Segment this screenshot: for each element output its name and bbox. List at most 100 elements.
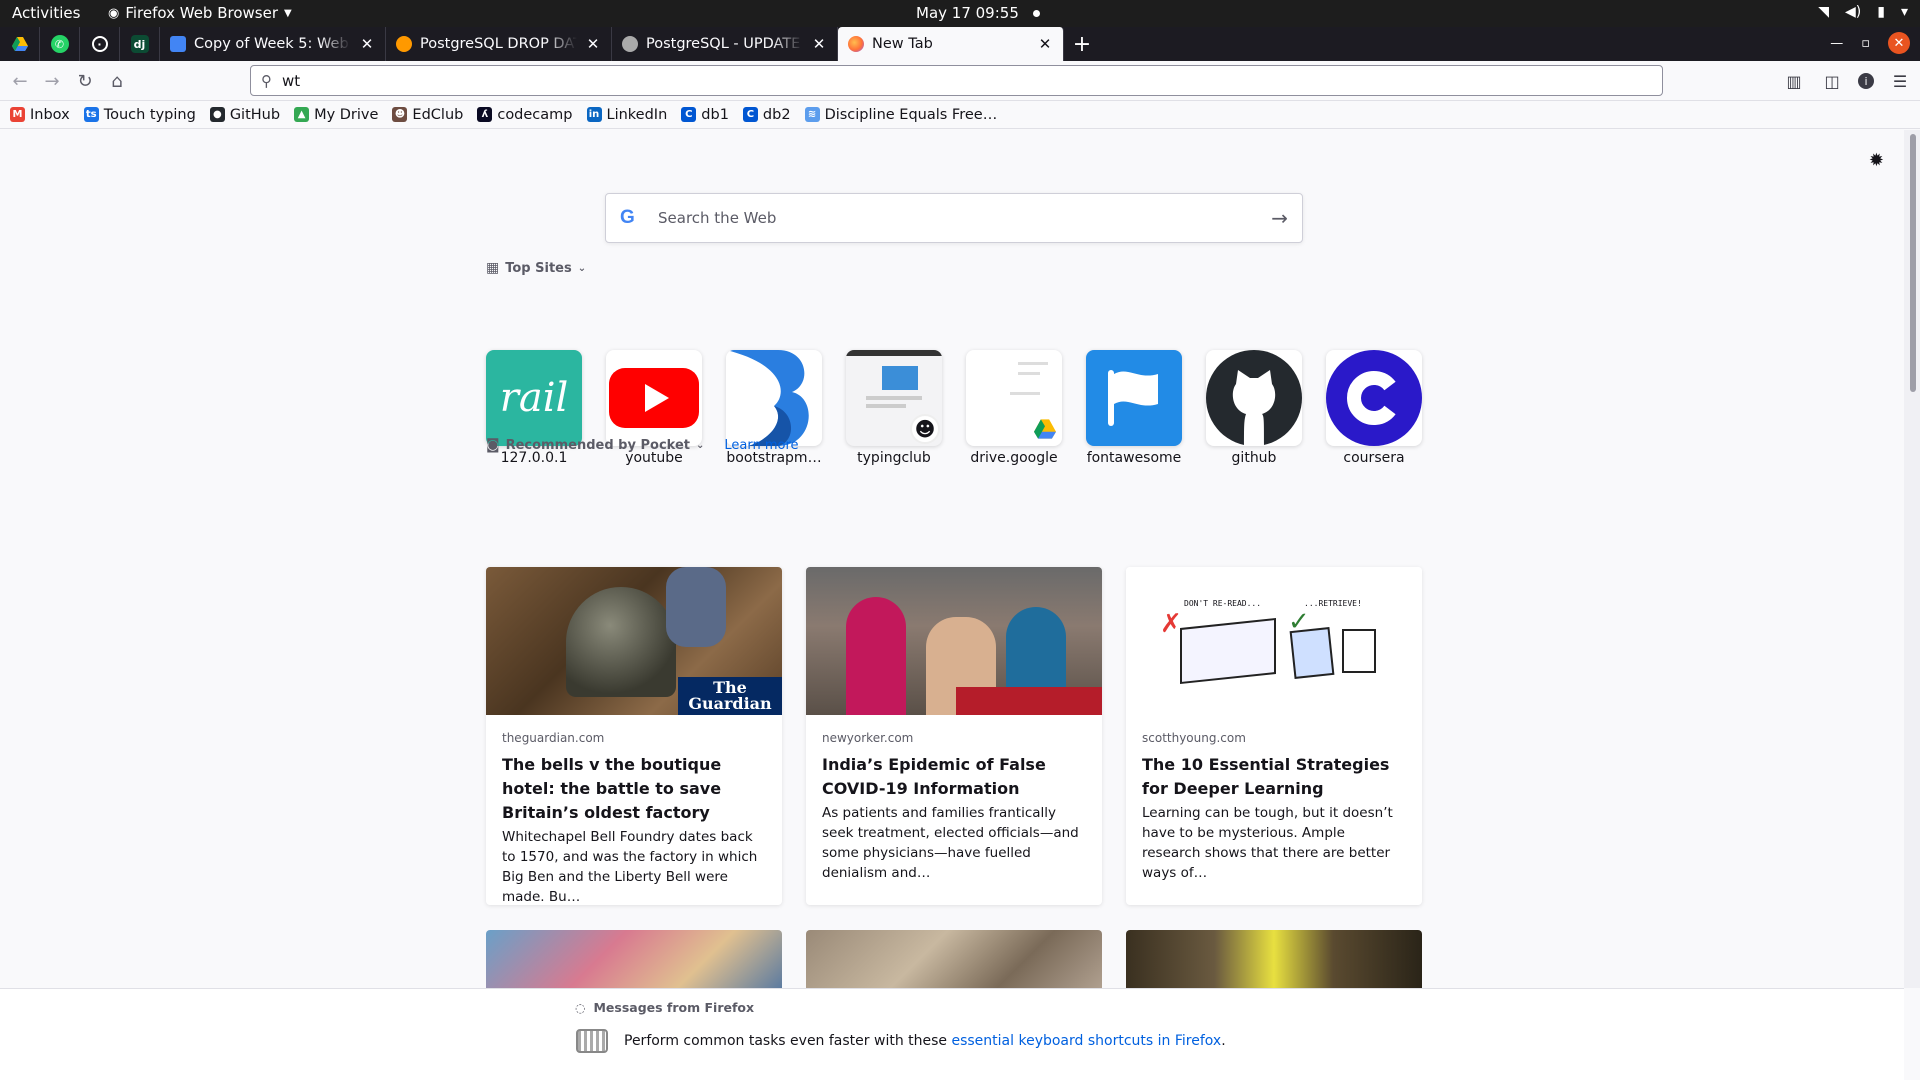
search-input[interactable] bbox=[658, 209, 1272, 227]
info-icon[interactable]: i bbox=[1858, 73, 1874, 89]
article-title: India’s Epidemic of False COVID-19 Infor… bbox=[822, 755, 1046, 798]
postgres-icon bbox=[622, 36, 638, 52]
close-icon[interactable]: ✕ bbox=[811, 35, 827, 53]
bookmark-item[interactable]: ≋ Discipline Equals Free… bbox=[804, 106, 998, 123]
top-sites-heading[interactable]: ▦ Top Sites ⌄ bbox=[486, 260, 586, 276]
bookmark-item[interactable]: ☻ EdClub bbox=[392, 107, 463, 123]
globe-icon: · bbox=[91, 36, 108, 52]
library-icon[interactable]: ▥ bbox=[1782, 69, 1806, 93]
bookmark-item[interactable]: Cdb2 bbox=[742, 107, 791, 123]
pinned-tab-django[interactable]: dj bbox=[120, 27, 160, 61]
plus-icon: + bbox=[1072, 31, 1092, 57]
wifi-icon: ◥ bbox=[1818, 4, 1830, 20]
close-icon[interactable]: ✕ bbox=[1037, 35, 1053, 53]
site-tile bbox=[966, 350, 1062, 446]
top-site-typingclub[interactable]: ☻ typingclub bbox=[846, 350, 942, 466]
site-tile bbox=[1326, 350, 1422, 446]
page-screenshot: ☻ bbox=[846, 350, 942, 446]
pocket-card-partial[interactable] bbox=[486, 930, 782, 988]
window-close-button[interactable]: ✕ bbox=[1888, 32, 1910, 54]
close-icon[interactable]: ✕ bbox=[359, 35, 375, 53]
coursera-icon: C bbox=[742, 107, 758, 122]
top-site-github[interactable]: github bbox=[1206, 350, 1302, 466]
site-tile bbox=[1086, 350, 1182, 446]
hamburger-menu-icon[interactable]: ☰ bbox=[1888, 69, 1912, 93]
notification-dot bbox=[1032, 10, 1040, 17]
bookmark-item[interactable]: Cdb1 bbox=[681, 107, 729, 123]
tab-title: PostgreSQL DROP DATA bbox=[420, 36, 577, 52]
url-bar[interactable]: ⚲ bbox=[250, 65, 1663, 96]
activities-button[interactable]: Activities bbox=[12, 4, 80, 22]
pocket-icon: ◙ bbox=[486, 437, 500, 453]
minimize-icon[interactable]: — bbox=[1830, 36, 1843, 51]
new-tab-button[interactable]: + bbox=[1064, 27, 1100, 61]
article-description: Learning can be tough, but it doesn’t ha… bbox=[1142, 805, 1393, 881]
gear-icon[interactable]: ✹ bbox=[1869, 150, 1884, 171]
app-menu[interactable]: ◉ Firefox Web Browser ▼ bbox=[108, 4, 292, 22]
pocket-card[interactable]: newyorker.com India’s Epidemic of False … bbox=[806, 567, 1102, 905]
message-text-after: . bbox=[1221, 1033, 1226, 1049]
bookmark-label: Discipline Equals Free… bbox=[824, 106, 998, 123]
linkedin-icon: in bbox=[586, 107, 602, 122]
url-input[interactable] bbox=[282, 71, 1662, 90]
tab-postgres-update[interactable]: PostgreSQL - UPDATE Qu ✕ bbox=[612, 27, 838, 61]
sidebar-icon[interactable]: ◫ bbox=[1820, 69, 1844, 93]
bookmark-label: Touch typing bbox=[103, 106, 196, 123]
forward-button[interactable]: → bbox=[40, 69, 64, 93]
arrow-right-icon[interactable]: → bbox=[1271, 206, 1288, 230]
app-menu-label: Firefox Web Browser bbox=[125, 4, 279, 22]
bookmark-label: My Drive bbox=[314, 106, 379, 123]
site-tile bbox=[1206, 350, 1302, 446]
pocket-card[interactable]: DON'T RE-READ... ...RETRIEVE! ✗ ✓ scotth… bbox=[1126, 567, 1422, 905]
back-button[interactable]: ← bbox=[8, 69, 32, 93]
pocket-card-partial[interactable] bbox=[1126, 930, 1422, 988]
bookmark-item[interactable]: ts Touch typing bbox=[83, 106, 196, 123]
github-icon bbox=[1206, 350, 1302, 446]
page-scrollbar[interactable] bbox=[1904, 130, 1920, 988]
tab-postgres-drop[interactable]: PostgreSQL DROP DATA ✕ bbox=[386, 27, 612, 61]
bookmark-item[interactable]: ● GitHub bbox=[209, 107, 280, 123]
restore-icon[interactable]: ▫ bbox=[1861, 36, 1870, 51]
power-menu-icon: ▾ bbox=[1900, 4, 1908, 20]
google-drive-icon bbox=[11, 37, 28, 51]
pocket-card-partial[interactable] bbox=[806, 930, 1102, 988]
search-icon: ⚲ bbox=[261, 71, 272, 90]
tab-title: Copy of Week 5: Web De bbox=[194, 36, 351, 52]
system-tray[interactable]: ◥ ◀) ▮ ▾ bbox=[1818, 4, 1908, 20]
top-site-coursera[interactable]: coursera bbox=[1326, 350, 1422, 466]
bookmark-item[interactable]: ▲ My Drive bbox=[294, 107, 378, 123]
open-book-sketch bbox=[1180, 617, 1276, 685]
navigation-toolbar: ← → ↻ ⌂ ⚲ ▥ ◫ i ☰ bbox=[0, 61, 1920, 101]
clock[interactable]: May 17 09:55 bbox=[916, 4, 1040, 22]
typingclub-mascot-icon: ☻ bbox=[910, 414, 940, 444]
site-tile: ☻ bbox=[846, 350, 942, 446]
close-icon[interactable]: ✕ bbox=[585, 35, 601, 53]
learn-more-link[interactable]: Learn more bbox=[724, 438, 798, 453]
pinned-tab-globe[interactable]: · bbox=[80, 27, 120, 61]
google-docs-icon bbox=[170, 36, 186, 52]
pocket-heading[interactable]: ◙ Recommended by Pocket ⌄ Learn more bbox=[486, 437, 799, 453]
article-source: scotthyoung.com bbox=[1142, 731, 1246, 745]
grid-icon: ▦ bbox=[486, 260, 500, 276]
bookmark-item[interactable]: in LinkedIn bbox=[586, 107, 667, 123]
pocket-card[interactable]: The Guardian theguardian.com The bells v… bbox=[486, 567, 782, 905]
tab-week5-doc[interactable]: Copy of Week 5: Web De ✕ bbox=[160, 27, 386, 61]
keyboard-shortcuts-link[interactable]: essential keyboard shortcuts in Firefox bbox=[951, 1033, 1221, 1049]
pinned-tab-drive[interactable] bbox=[0, 27, 40, 61]
scrollbar-thumb[interactable] bbox=[1910, 134, 1916, 392]
site-label: typingclub bbox=[857, 450, 931, 466]
web-search-box[interactable]: G → bbox=[605, 193, 1303, 243]
article-image bbox=[806, 567, 1102, 715]
top-site-fontawesome[interactable]: fontawesome bbox=[1086, 350, 1182, 466]
pocket-cards-row-2 bbox=[486, 930, 1422, 988]
tab-new-tab[interactable]: New Tab ✕ bbox=[838, 27, 1064, 61]
home-button[interactable]: ⌂ bbox=[105, 69, 129, 93]
tab-strip: ✆ · dj Copy of Week 5: Web De ✕ PostgreS… bbox=[0, 27, 1920, 61]
pinned-tab-whatsapp[interactable]: ✆ bbox=[40, 27, 80, 61]
bookmark-item[interactable]: M Inbox bbox=[10, 107, 70, 123]
firefox-icon bbox=[848, 36, 864, 52]
message-text: Perform common tasks even faster with th… bbox=[624, 1033, 1226, 1049]
reload-button[interactable]: ↻ bbox=[73, 69, 97, 93]
bookmark-item[interactable]: ʎ codecamp bbox=[477, 107, 573, 123]
top-site-drive[interactable]: drive.google bbox=[966, 350, 1062, 466]
